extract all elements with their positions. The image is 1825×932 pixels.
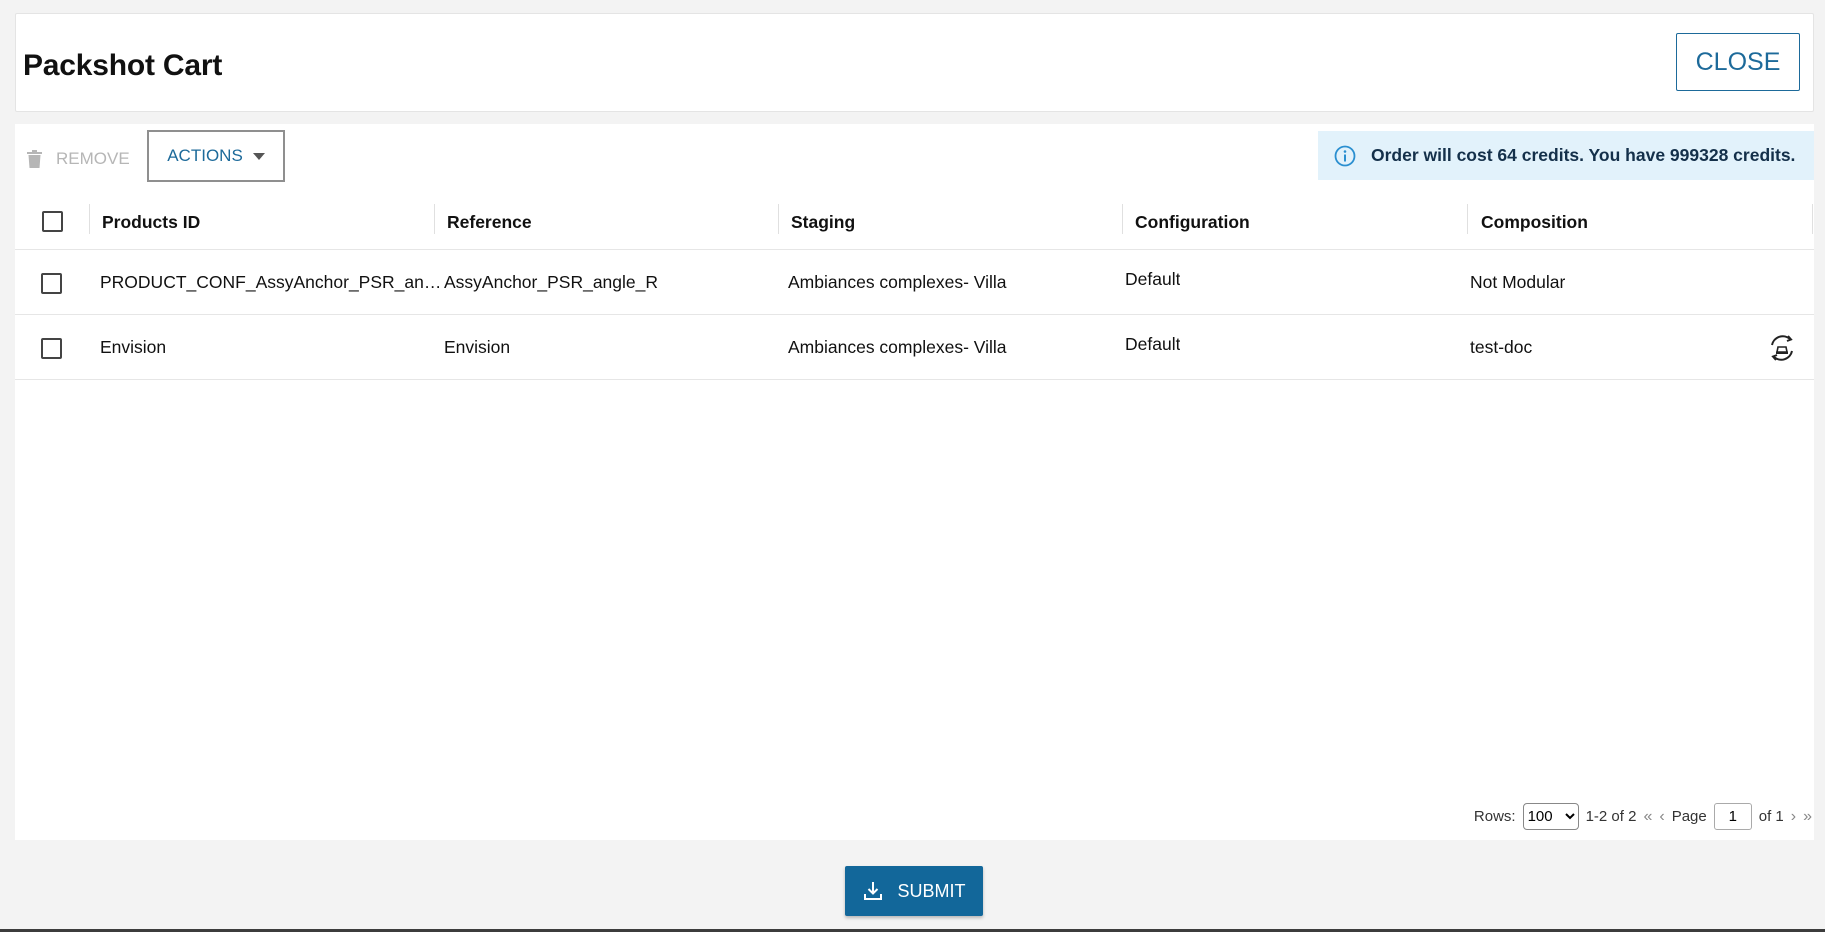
range-text: 1-2 of 2	[1585, 808, 1637, 825]
close-button[interactable]: CLOSE	[1676, 33, 1800, 91]
column-header-composition[interactable]: Composition	[1481, 194, 1588, 250]
column-separator	[1122, 204, 1123, 234]
cell-staging: Ambiances complexes- Villa	[788, 272, 1007, 292]
cell-product-id: Envision	[100, 337, 167, 357]
table-row[interactable]: PRODUCT_CONF_AssyAnchor_PSR_angle_R Assy…	[15, 250, 1814, 315]
table-header: Products ID Reference Staging Configurat…	[15, 194, 1814, 250]
remove-button[interactable]: REMOVE	[27, 144, 130, 174]
column-separator	[1812, 204, 1813, 234]
column-separator	[778, 204, 779, 234]
caret-down-icon	[252, 152, 265, 160]
trash-icon	[27, 150, 42, 168]
cell-configuration: Default	[1125, 269, 1181, 289]
packshot-cart-modal: Packshot Cart CLOSE REMOVE ACTIONS Order…	[0, 0, 1825, 929]
cell-composition: test-doc	[1470, 337, 1533, 357]
column-separator	[434, 204, 435, 234]
next-page-icon[interactable]: ›	[1791, 808, 1796, 826]
cell-product-id: PRODUCT_CONF_AssyAnchor_PSR_angle_R	[100, 272, 447, 292]
rows-per-page-select[interactable]: 100	[1522, 803, 1579, 830]
column-separator	[1467, 204, 1468, 234]
modal-header: Packshot Cart CLOSE	[15, 13, 1814, 112]
cell-configuration: Default	[1125, 334, 1181, 354]
page-number-input[interactable]	[1713, 803, 1752, 830]
select-all-checkbox[interactable]	[42, 211, 63, 232]
toolbar: REMOVE ACTIONS Order will cost 64 credit…	[15, 124, 1814, 194]
column-header-configuration[interactable]: Configuration	[1135, 194, 1250, 250]
column-header-staging[interactable]: Staging	[791, 194, 855, 250]
column-separator	[89, 204, 90, 234]
page-total: of 1	[1758, 808, 1784, 825]
table-row[interactable]: Envision Envision Ambiances complexes- V…	[15, 315, 1814, 380]
submit-label: SUBMIT	[897, 880, 966, 901]
modal-title: Packshot Cart	[23, 49, 223, 82]
row-checkbox[interactable]	[41, 338, 62, 359]
last-page-icon[interactable]: »	[1803, 808, 1812, 826]
info-icon	[1334, 145, 1356, 166]
download-icon	[864, 882, 883, 900]
actions-label: ACTIONS	[167, 146, 243, 165]
actions-dropdown-button[interactable]: ACTIONS	[147, 130, 285, 182]
column-header-reference[interactable]: Reference	[447, 194, 532, 250]
first-page-icon[interactable]: «	[1643, 808, 1652, 826]
page-label: Page	[1671, 808, 1707, 825]
cell-staging: Ambiances complexes- Villa	[788, 337, 1007, 357]
cell-reference: AssyAnchor_PSR_angle_R	[444, 272, 659, 292]
column-header-products-id[interactable]: Products ID	[102, 194, 200, 250]
configure-product-icon[interactable]	[1766, 332, 1798, 364]
cart-panel: REMOVE ACTIONS Order will cost 64 credit…	[15, 124, 1814, 840]
cell-reference: Envision	[444, 337, 511, 357]
info-text: Order will cost 64 credits. You have 999…	[1371, 145, 1796, 165]
remove-label: REMOVE	[56, 149, 130, 168]
credits-info-banner: Order will cost 64 credits. You have 999…	[1318, 131, 1814, 180]
pagination: Rows: 100 1-2 of 2 « ‹ Page of 1 › »	[1474, 803, 1812, 830]
rows-label: Rows:	[1473, 808, 1516, 825]
cell-composition: Not Modular	[1470, 272, 1566, 292]
row-checkbox[interactable]	[41, 273, 62, 294]
cart-table: Products ID Reference Staging Configurat…	[15, 194, 1814, 380]
submit-button[interactable]: SUBMIT	[845, 866, 983, 916]
previous-page-icon[interactable]: ‹	[1659, 808, 1664, 826]
